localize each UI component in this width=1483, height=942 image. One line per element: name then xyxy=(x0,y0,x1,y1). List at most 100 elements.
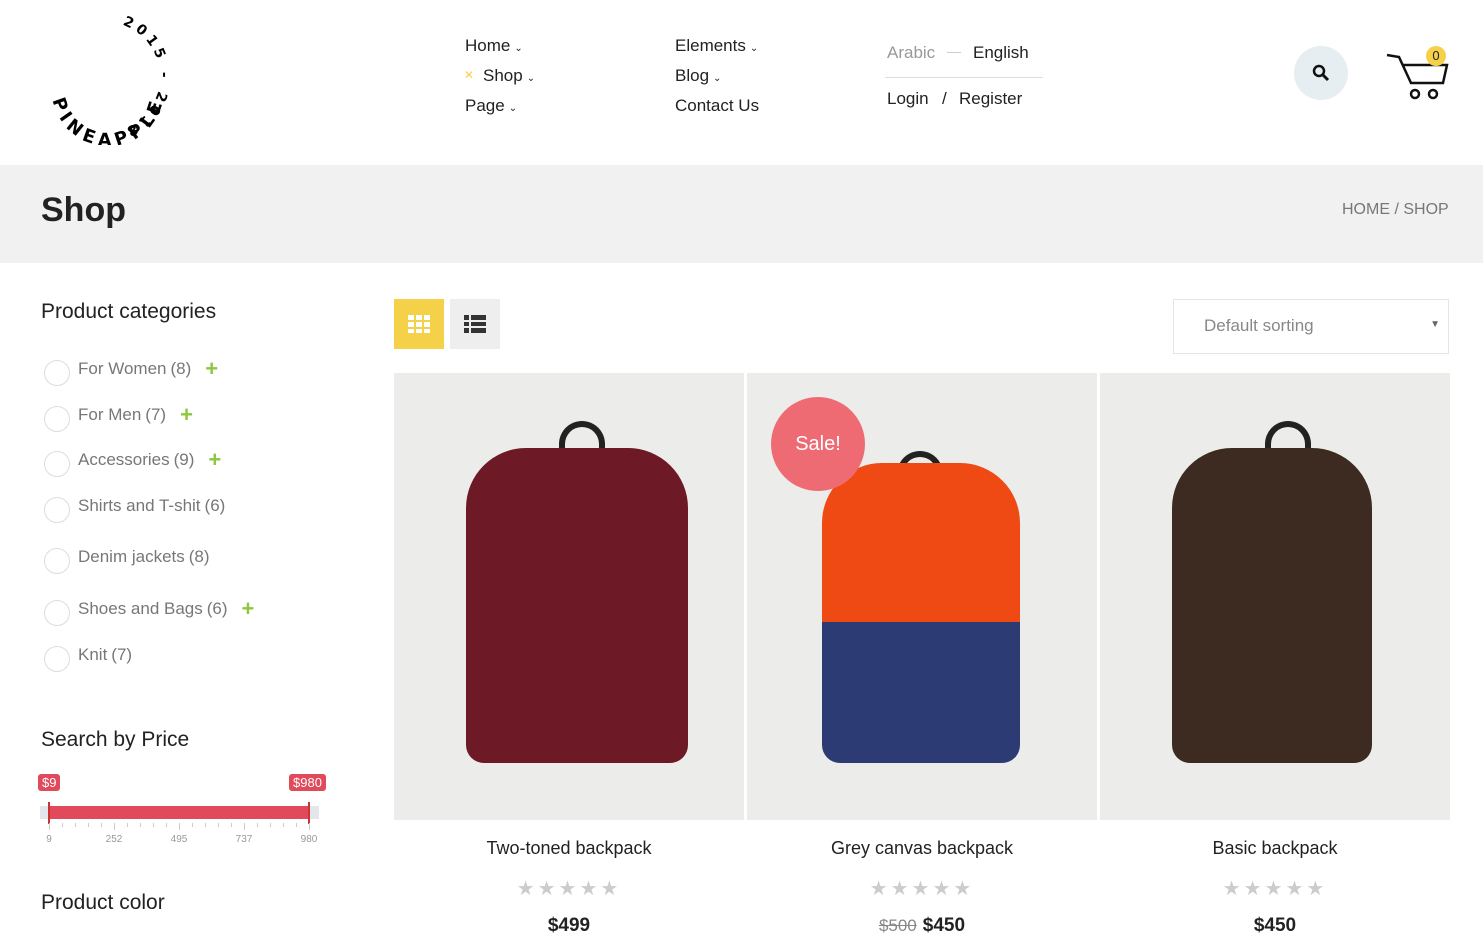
category-label: For Men xyxy=(78,405,142,424)
grid-view-button[interactable] xyxy=(394,299,444,349)
product-image[interactable]: Sale! xyxy=(747,373,1097,820)
register-link[interactable]: Register xyxy=(959,89,1022,109)
category-count: (8) xyxy=(170,359,192,378)
slider-range xyxy=(49,806,309,819)
nav-home[interactable]: Home ⌄ xyxy=(465,36,523,56)
price-tick-label: 9 xyxy=(46,834,52,845)
dropdown-arrow-icon: ▼ xyxy=(1430,319,1440,330)
price-tick-label: 980 xyxy=(300,834,318,845)
category-item[interactable]: Accessories (9) + xyxy=(44,443,221,477)
page-title: Shop xyxy=(41,191,126,229)
nav-page[interactable]: Page ⌄ xyxy=(465,96,517,116)
login-link[interactable]: Login xyxy=(887,89,929,109)
slider-handle-max[interactable] xyxy=(308,802,310,824)
product-price: $450 xyxy=(1100,915,1450,937)
rating-stars: ★★★★★ xyxy=(516,878,622,900)
product-name[interactable]: Grey canvas backpack xyxy=(747,838,1097,859)
price-max-label: $980 xyxy=(289,774,326,791)
active-marker-icon: ✕ xyxy=(464,68,475,82)
rating-stars: ★★★★★ xyxy=(869,878,975,900)
nav-shop[interactable]: Shop ⌄ xyxy=(483,66,535,86)
svg-text:PINEAPPLE: PINEAPPLE xyxy=(48,94,169,145)
category-radio[interactable] xyxy=(44,600,70,626)
price-tick-label: 737 xyxy=(235,834,253,845)
category-label: Denim jackets xyxy=(78,547,185,566)
cart-button[interactable]: 0 xyxy=(1385,45,1455,103)
category-label: Shirts and T-shit xyxy=(78,496,201,515)
price-value: $450 xyxy=(1253,915,1297,936)
expand-plus-icon[interactable]: + xyxy=(180,402,193,428)
category-item[interactable]: Shoes and Bags (6) + xyxy=(44,592,254,626)
list-icon xyxy=(464,315,486,333)
divider xyxy=(885,77,1043,78)
nav-blog[interactable]: Blog ⌄ xyxy=(675,66,721,86)
category-label: For Women xyxy=(78,359,167,378)
sorting-value: Default sorting xyxy=(1204,316,1314,335)
category-radio[interactable] xyxy=(44,646,70,672)
tick-mark xyxy=(283,823,284,827)
slider-handle-min[interactable] xyxy=(48,802,50,824)
product-image[interactable] xyxy=(394,373,744,820)
search-button[interactable] xyxy=(1294,46,1348,100)
tick-mark xyxy=(244,823,245,830)
tick-mark xyxy=(62,823,63,827)
price-tick-label: 252 xyxy=(105,834,123,845)
breadcrumb[interactable]: HOME / SHOP xyxy=(1342,201,1449,219)
expand-plus-icon[interactable]: + xyxy=(242,596,255,622)
product-price: $499 xyxy=(394,915,744,937)
tick-mark xyxy=(218,823,219,827)
tick-mark xyxy=(166,823,167,827)
tick-mark xyxy=(179,823,180,830)
nav-elements[interactable]: Elements ⌄ xyxy=(675,36,758,56)
category-item[interactable]: Shirts and T-shit (6) xyxy=(44,489,225,523)
category-count: (8) xyxy=(188,547,210,566)
sale-badge: Sale! xyxy=(771,397,865,491)
price-value: $499 xyxy=(547,915,591,936)
price-value: $450 xyxy=(922,915,966,936)
product-image-backpack xyxy=(466,448,688,763)
account-sep: / xyxy=(942,89,947,108)
price-slider[interactable]: $9 $980 9 252 495 737 980 xyxy=(38,774,330,854)
category-count: (6) xyxy=(204,496,226,515)
tick-mark xyxy=(127,823,128,827)
tick-mark xyxy=(270,823,271,827)
category-label: Shoes and Bags xyxy=(78,599,203,618)
lang-divider xyxy=(947,52,961,53)
category-label: Knit xyxy=(78,645,108,664)
nav-contact[interactable]: Contact Us xyxy=(675,96,759,116)
category-count: (9) xyxy=(173,450,195,469)
product-image[interactable] xyxy=(1100,373,1450,820)
list-view-button[interactable] xyxy=(450,299,500,349)
category-radio[interactable] xyxy=(44,548,70,574)
tick-mark xyxy=(205,823,206,827)
category-label: Accessories xyxy=(78,450,170,469)
logo-mark: 2015 - 2018 PINEAPPLE xyxy=(48,13,169,151)
expand-plus-icon[interactable]: + xyxy=(208,447,221,473)
category-item[interactable]: Knit (7) xyxy=(44,638,132,672)
product-image-backpack xyxy=(822,463,1020,763)
product-price: $500 $450 xyxy=(747,915,1097,937)
product-image-backpack xyxy=(1172,448,1372,763)
color-title: Product color xyxy=(41,891,165,914)
category-radio[interactable] xyxy=(44,497,70,523)
lang-english[interactable]: English xyxy=(973,43,1029,63)
lang-arabic[interactable]: Arabic xyxy=(887,43,935,63)
logo[interactable]: 2015 - 2018 PINEAPPLE xyxy=(38,10,173,151)
tick-mark xyxy=(153,823,154,827)
price-min-label: $9 xyxy=(38,774,61,791)
category-item[interactable]: Denim jackets (8) xyxy=(44,540,210,574)
category-radio[interactable] xyxy=(44,360,70,386)
old-price: $500 xyxy=(878,916,917,935)
product-name[interactable]: Two-toned backpack xyxy=(394,838,744,859)
category-count: (6) xyxy=(206,599,228,618)
expand-plus-icon[interactable]: + xyxy=(205,356,218,382)
category-item[interactable]: For Men (7) + xyxy=(44,398,193,432)
tick-mark xyxy=(75,823,76,827)
product-name[interactable]: Basic backpack xyxy=(1100,838,1450,859)
tick-mark xyxy=(101,823,102,827)
category-radio[interactable] xyxy=(44,451,70,477)
grid-icon xyxy=(408,315,430,333)
sorting-select[interactable]: Default sorting ▼ xyxy=(1173,299,1449,354)
category-radio[interactable] xyxy=(44,406,70,432)
category-item[interactable]: For Women (8) + xyxy=(44,352,218,386)
